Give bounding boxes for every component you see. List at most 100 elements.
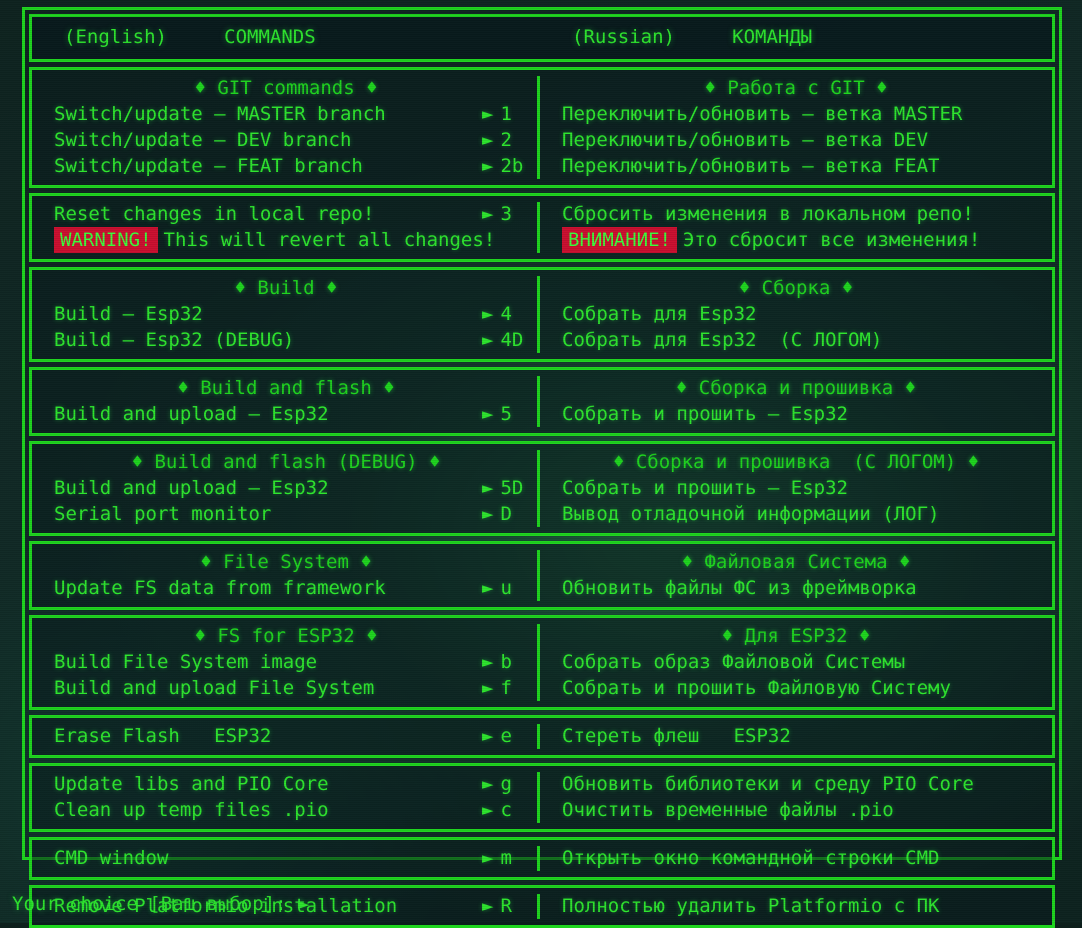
menu-frame: (English) COMMANDS (Russian) КОМАНДЫ ♦ GIT… [22,7,1062,928]
panel-reset-english: Reset changes in local repo! ► 3 WARNING! Th… [32,196,540,259]
section-title-ru: ♦ Сборка и прошивка (С ЛОГОМ) ♦ [612,451,980,473]
menu-item-4D[interactable]: Build — Esp32 (DEBUG) ► 4D [42,327,530,353]
menu-item-ru-m[interactable]: Открыть окно командной строки CMD [550,845,1042,871]
menu-item-ru-e[interactable]: Стереть флеш ESP32 [550,723,1042,749]
menu-item-key: ► 3 [482,203,512,225]
menu-item-key: ► D [482,503,512,525]
panel-file-system: ♦ File System ♦ Update FS data from frame… [29,541,1055,610]
pointer-arrow-icon: ► [482,773,494,795]
menu-item-3[interactable]: Reset changes in local repo! ► 3 [42,201,530,227]
section-title-en: ♦ GIT commands ♦ [194,77,378,99]
menu-item-4[interactable]: Build — Esp32 ► 4 [42,301,530,327]
menu-item-ru-u[interactable]: Обновить файлы ФС из фреймворка [550,575,1042,601]
menu-item-f[interactable]: Build and upload File System ► f [42,675,530,701]
warning-badge-ru: ВНИМАНИЕ! [562,227,677,253]
pointer-arrow-icon: ► [482,847,494,869]
warning-text-ru: Это сбросит все изменения! [682,229,981,251]
section-title-en: ♦ Build ♦ [234,277,338,299]
menu-item-ru-4[interactable]: Собрать для Esp32 [550,301,1042,327]
menu-item-key: ► m [482,847,512,869]
menu-item-key: ► R [482,895,512,917]
choice-prompt[interactable]: Your choice [Ваш выбор]: ► [12,893,309,915]
panel-maintenance: Update libs and PIO Core ► g Clean up temp … [29,763,1055,832]
menu-item-2b[interactable]: Switch/update — FEAT branch ► 2b [42,153,530,179]
menu-item-key: ► e [482,725,512,747]
menu-item-label: Build — Esp32 (DEBUG) [54,329,295,351]
menu-item-u[interactable]: Update FS data from framework ► u [42,575,530,601]
warning-badge-en: WARNING! [54,227,158,253]
menu-item-g[interactable]: Update libs and PIO Core ► g [42,771,530,797]
pointer-arrow-icon: ► [482,203,494,225]
menu-item-ru-4D[interactable]: Собрать для Esp32 (С ЛОГОМ) [550,327,1042,353]
menu-item-key: ► f [482,677,512,699]
panel-fs-for-esp32-english: ♦ FS for ESP32 ♦ Build File System image ►… [32,618,540,707]
panel-remove-platformio-russian: Полностью удалить Platformio с ПК [540,888,1052,925]
menu-item-key: ► c [482,799,512,821]
menu-item-b[interactable]: Build File System image ► b [42,649,530,675]
menu-item-label: Clean up temp files .pio [54,799,329,821]
panel-build-and-flash-russian: ♦ Сборка и прошивка ♦ Собрать и прошить —… [540,370,1052,433]
menu-item-m[interactable]: CMD window ► m [42,845,530,871]
menu-item-ru-5D[interactable]: Собрать и прошить — Esp32 [550,475,1042,501]
section-title-ru: ♦ Сборка ♦ [738,277,854,299]
panel-reset-russian: Сбросить изменения в локальном репо! ВНИМ… [540,196,1052,259]
section-title-ru: ♦ Файловая Система ♦ [681,551,911,573]
menu-item-5[interactable]: Build and upload — Esp32 ► 5 [42,401,530,427]
menu-item-ru-2[interactable]: Переключить/обновить — ветка DEV [550,127,1042,153]
menu-item-2[interactable]: Switch/update — DEV branch ► 2 [42,127,530,153]
panel-cmd-window: CMD window ► m Открыть окно командной строк… [29,837,1055,880]
pointer-arrow-icon: ► [482,477,494,499]
menu-item-label: Build and upload File System [54,677,375,699]
panel-build-russian: ♦ Сборка ♦ Собрать для Esp32 Собрать для E… [540,270,1052,359]
panel-file-system-english: ♦ File System ♦ Update FS data from frame… [32,544,540,607]
panel-cmd-window-english: CMD window ► m [32,840,540,877]
menu-item-label: Build — Esp32 [54,303,203,325]
menu-item-label: CMD window [54,847,169,869]
menu-item-ru-5[interactable]: Собрать и прошить — Esp32 [550,401,1042,427]
menu-item-key: ► u [482,577,512,599]
panel-erase-flash-russian: Стереть флеш ESP32 [540,718,1052,755]
menu-item-e[interactable]: Erase Flash ESP32 ► e [42,723,530,749]
menu-item-ru-c[interactable]: Очистить временные файлы .pio [550,797,1042,823]
menu-item-key: ► 5 [482,403,512,425]
section-title-en: ♦ File System ♦ [200,551,372,573]
menu-item-ru-3[interactable]: Сбросить изменения в локальном репо! [550,201,1042,227]
menu-item-5D[interactable]: Build and upload — Esp32 ► 5D [42,475,530,501]
panel-reset: Reset changes in local repo! ► 3 WARNING! Th… [29,193,1055,262]
panel-fs-for-esp32: ♦ FS for ESP32 ♦ Build File System image ►… [29,615,1055,710]
pointer-arrow-icon: ► [482,403,494,425]
warning-text-en: This will revert all changes! [163,229,496,251]
header-left: (English) COMMANDS [32,17,540,59]
menu-item-D[interactable]: Serial port monitor ► D [42,501,530,527]
section-title-ru: ♦ Для ESP32 ♦ [721,625,871,647]
menu-item-label: Build File System image [54,651,318,673]
menu-item-1[interactable]: Switch/update — MASTER branch ► 1 [42,101,530,127]
pointer-arrow-icon: ► [482,129,494,151]
pointer-arrow-icon: ► [482,329,494,351]
panel-erase-flash-english: Erase Flash ESP32 ► e [32,718,540,755]
menu-item-key: ► g [482,773,512,795]
menu-item-ru-2b[interactable]: Переключить/обновить — ветка FEAT [550,153,1042,179]
panel-build-and-flash: ♦ Build and flash ♦ Build and upload — Es… [29,367,1055,436]
menu-item-ru-1[interactable]: Переключить/обновить — ветка MASTER [550,101,1042,127]
menu-item-label: Update libs and PIO Core [54,773,329,795]
menu-item-label: Reset changes in local repo! [54,203,375,225]
panel-build-and-flash-english: ♦ Build and flash ♦ Build and upload — Es… [32,370,540,433]
menu-item-ru-b[interactable]: Собрать образ Файловой Системы [550,649,1042,675]
menu-item-key: ► b [482,651,512,673]
terminal-screen: (English) COMMANDS (Russian) КОМАНДЫ ♦ GIT… [0,0,1082,928]
panel-erase-flash: Erase Flash ESP32 ► e Стереть флеш ESP32 [29,715,1055,758]
panel-git: ♦ GIT commands ♦ Switch/update — MASTER b… [29,67,1055,188]
section-title-ru: ♦ Сборка и прошивка ♦ [675,377,917,399]
menu-item-ru-f[interactable]: Собрать и прошить Файловую Систему [550,675,1042,701]
menu-item-ru-g[interactable]: Обновить библиотеки и среду PIO Core [550,771,1042,797]
menu-item-label: Switch/update — DEV branch [54,129,352,151]
section-title-en: ♦ FS for ESP32 ♦ [194,625,378,647]
panel-build-and-flash-debug: ♦ Build and flash (DEBUG) ♦ Build and upl… [29,441,1055,536]
menu-item-c[interactable]: Clean up temp files .pio ► c [42,797,530,823]
warning-line-ru: ВНИМАНИЕ! Это сбросит все изменения! [550,227,1042,253]
header-right: (Russian) КОМАНДЫ [540,17,1052,59]
menu-item-key: ► 1 [482,103,512,125]
menu-item-ru-R[interactable]: Полностью удалить Platformio с ПК [550,893,1042,919]
menu-item-ru-D[interactable]: Вывод отладочной информации (ЛОГ) [550,501,1042,527]
